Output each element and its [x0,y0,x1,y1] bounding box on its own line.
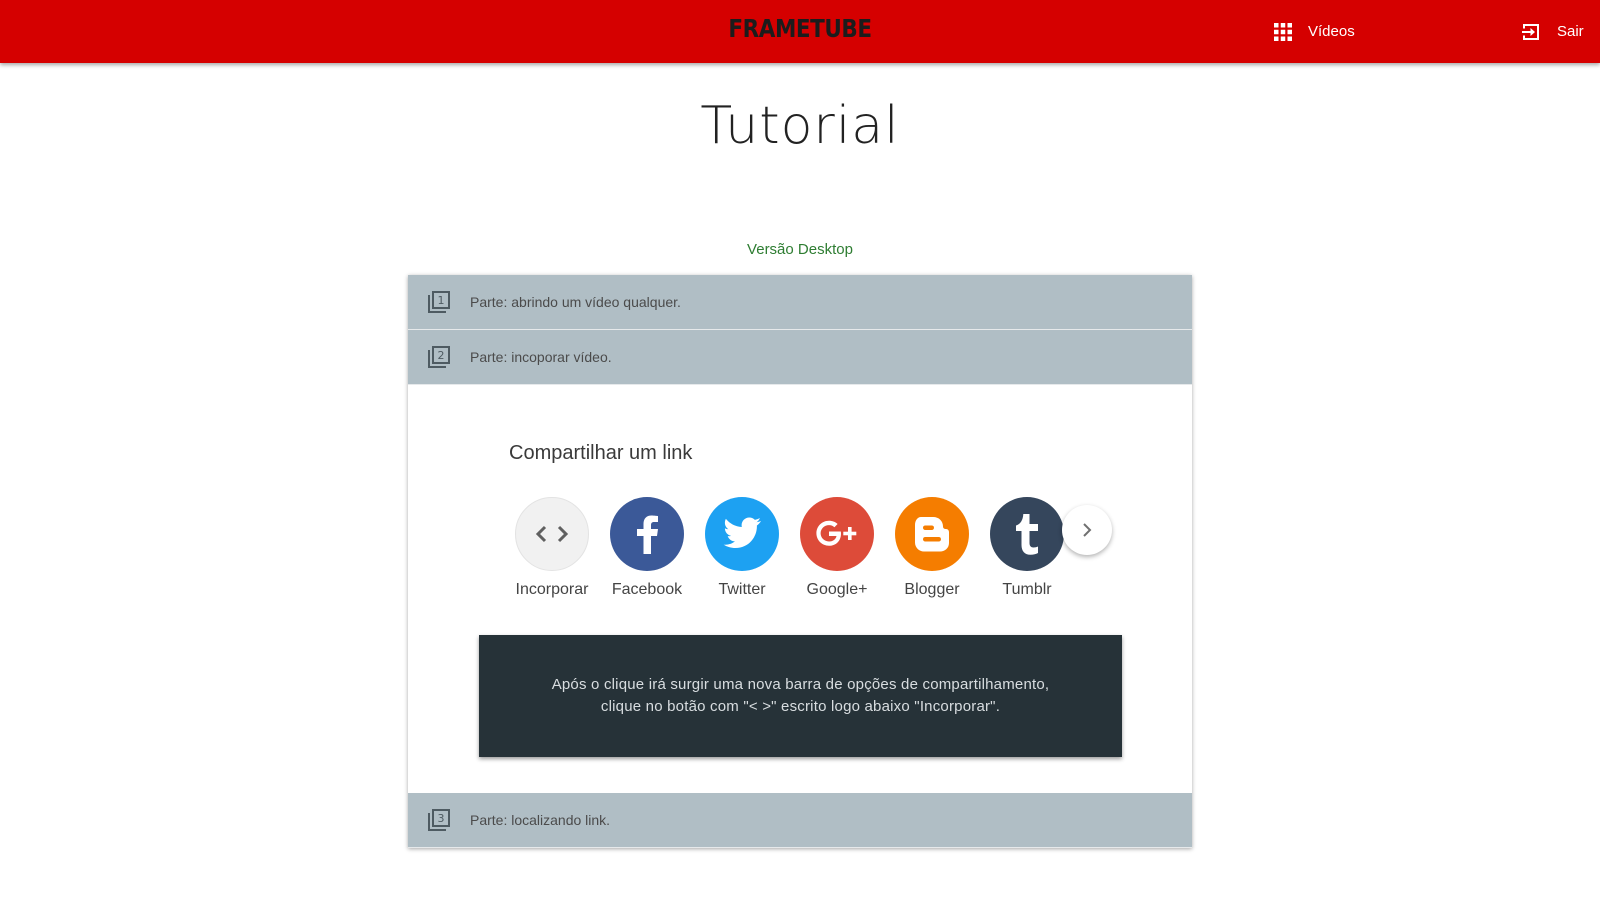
version-subtitle: Versão Desktop [747,241,853,258]
filter-2-icon: 2 [428,346,450,368]
section-header-3[interactable]: 3 Parte: localizando link. [408,793,1192,848]
embed-code-icon [515,497,589,571]
section-number: 2 [438,349,445,362]
section-label: Parte: incoporar vídeo. [470,349,612,365]
nav-videos-label: Vídeos [1308,23,1355,40]
share-label: Incorporar [515,581,589,598]
nav-videos-link[interactable]: Vídeos [1274,0,1355,63]
share-embed-button[interactable]: Incorporar [515,497,589,599]
share-twitter-button[interactable]: Twitter [705,497,779,599]
section-label: Parte: localizando link. [470,812,611,828]
section-2-body: Compartilhar um link Incorporar Facebook… [408,385,1192,793]
exit-icon [1521,22,1541,42]
share-label: Tumblr [1002,581,1052,598]
page-title: Tutorial [700,96,900,156]
top-navbar: FRAMETUBE Vídeos Sair [0,0,1600,63]
instruction-line-1: Após o clique irá surgir uma nova barra … [551,676,1050,693]
filter-3-icon: 3 [428,809,450,831]
share-blogger-button[interactable]: Blogger [895,497,969,599]
facebook-icon [610,497,684,571]
section-number: 3 [438,812,445,825]
instruction-line-2: clique no botão com "< >" escrito logo a… [600,698,1001,715]
nav-sair-label: Sair [1557,23,1584,40]
section-number: 1 [438,294,445,307]
share-facebook-button[interactable]: Facebook [610,497,684,599]
google-plus-icon [800,497,874,571]
filter-1-icon: 1 [428,291,450,313]
section-header-2[interactable]: 2 Parte: incoporar vídeo. [408,330,1192,385]
share-label: Facebook [611,581,683,598]
share-label: Google+ [806,581,868,598]
nav-sair-link[interactable]: Sair [1521,0,1584,63]
section-header-1[interactable]: 1 Parte: abrindo um vídeo qualquer. [408,275,1192,330]
share-next-button[interactable] [1062,505,1112,555]
share-label: Blogger [904,581,960,598]
share-title: Compartilhar um link [509,442,693,464]
instruction-box: Após o clique irá surgir uma nova barra … [479,635,1122,757]
tutorial-collapsible: 1 Parte: abrindo um vídeo qualquer. 2 Pa… [408,275,1192,848]
share-label: Twitter [718,581,766,598]
share-tumblr-button[interactable]: Tumblr [990,497,1064,599]
tumblr-icon [990,497,1064,571]
apps-grid-icon [1274,22,1292,41]
share-google-plus-button[interactable]: Google+ [800,497,874,599]
blogger-icon [895,497,969,571]
chevron-right-icon [1083,523,1092,537]
twitter-icon [705,497,779,571]
section-label: Parte: abrindo um vídeo qualquer. [470,294,681,310]
